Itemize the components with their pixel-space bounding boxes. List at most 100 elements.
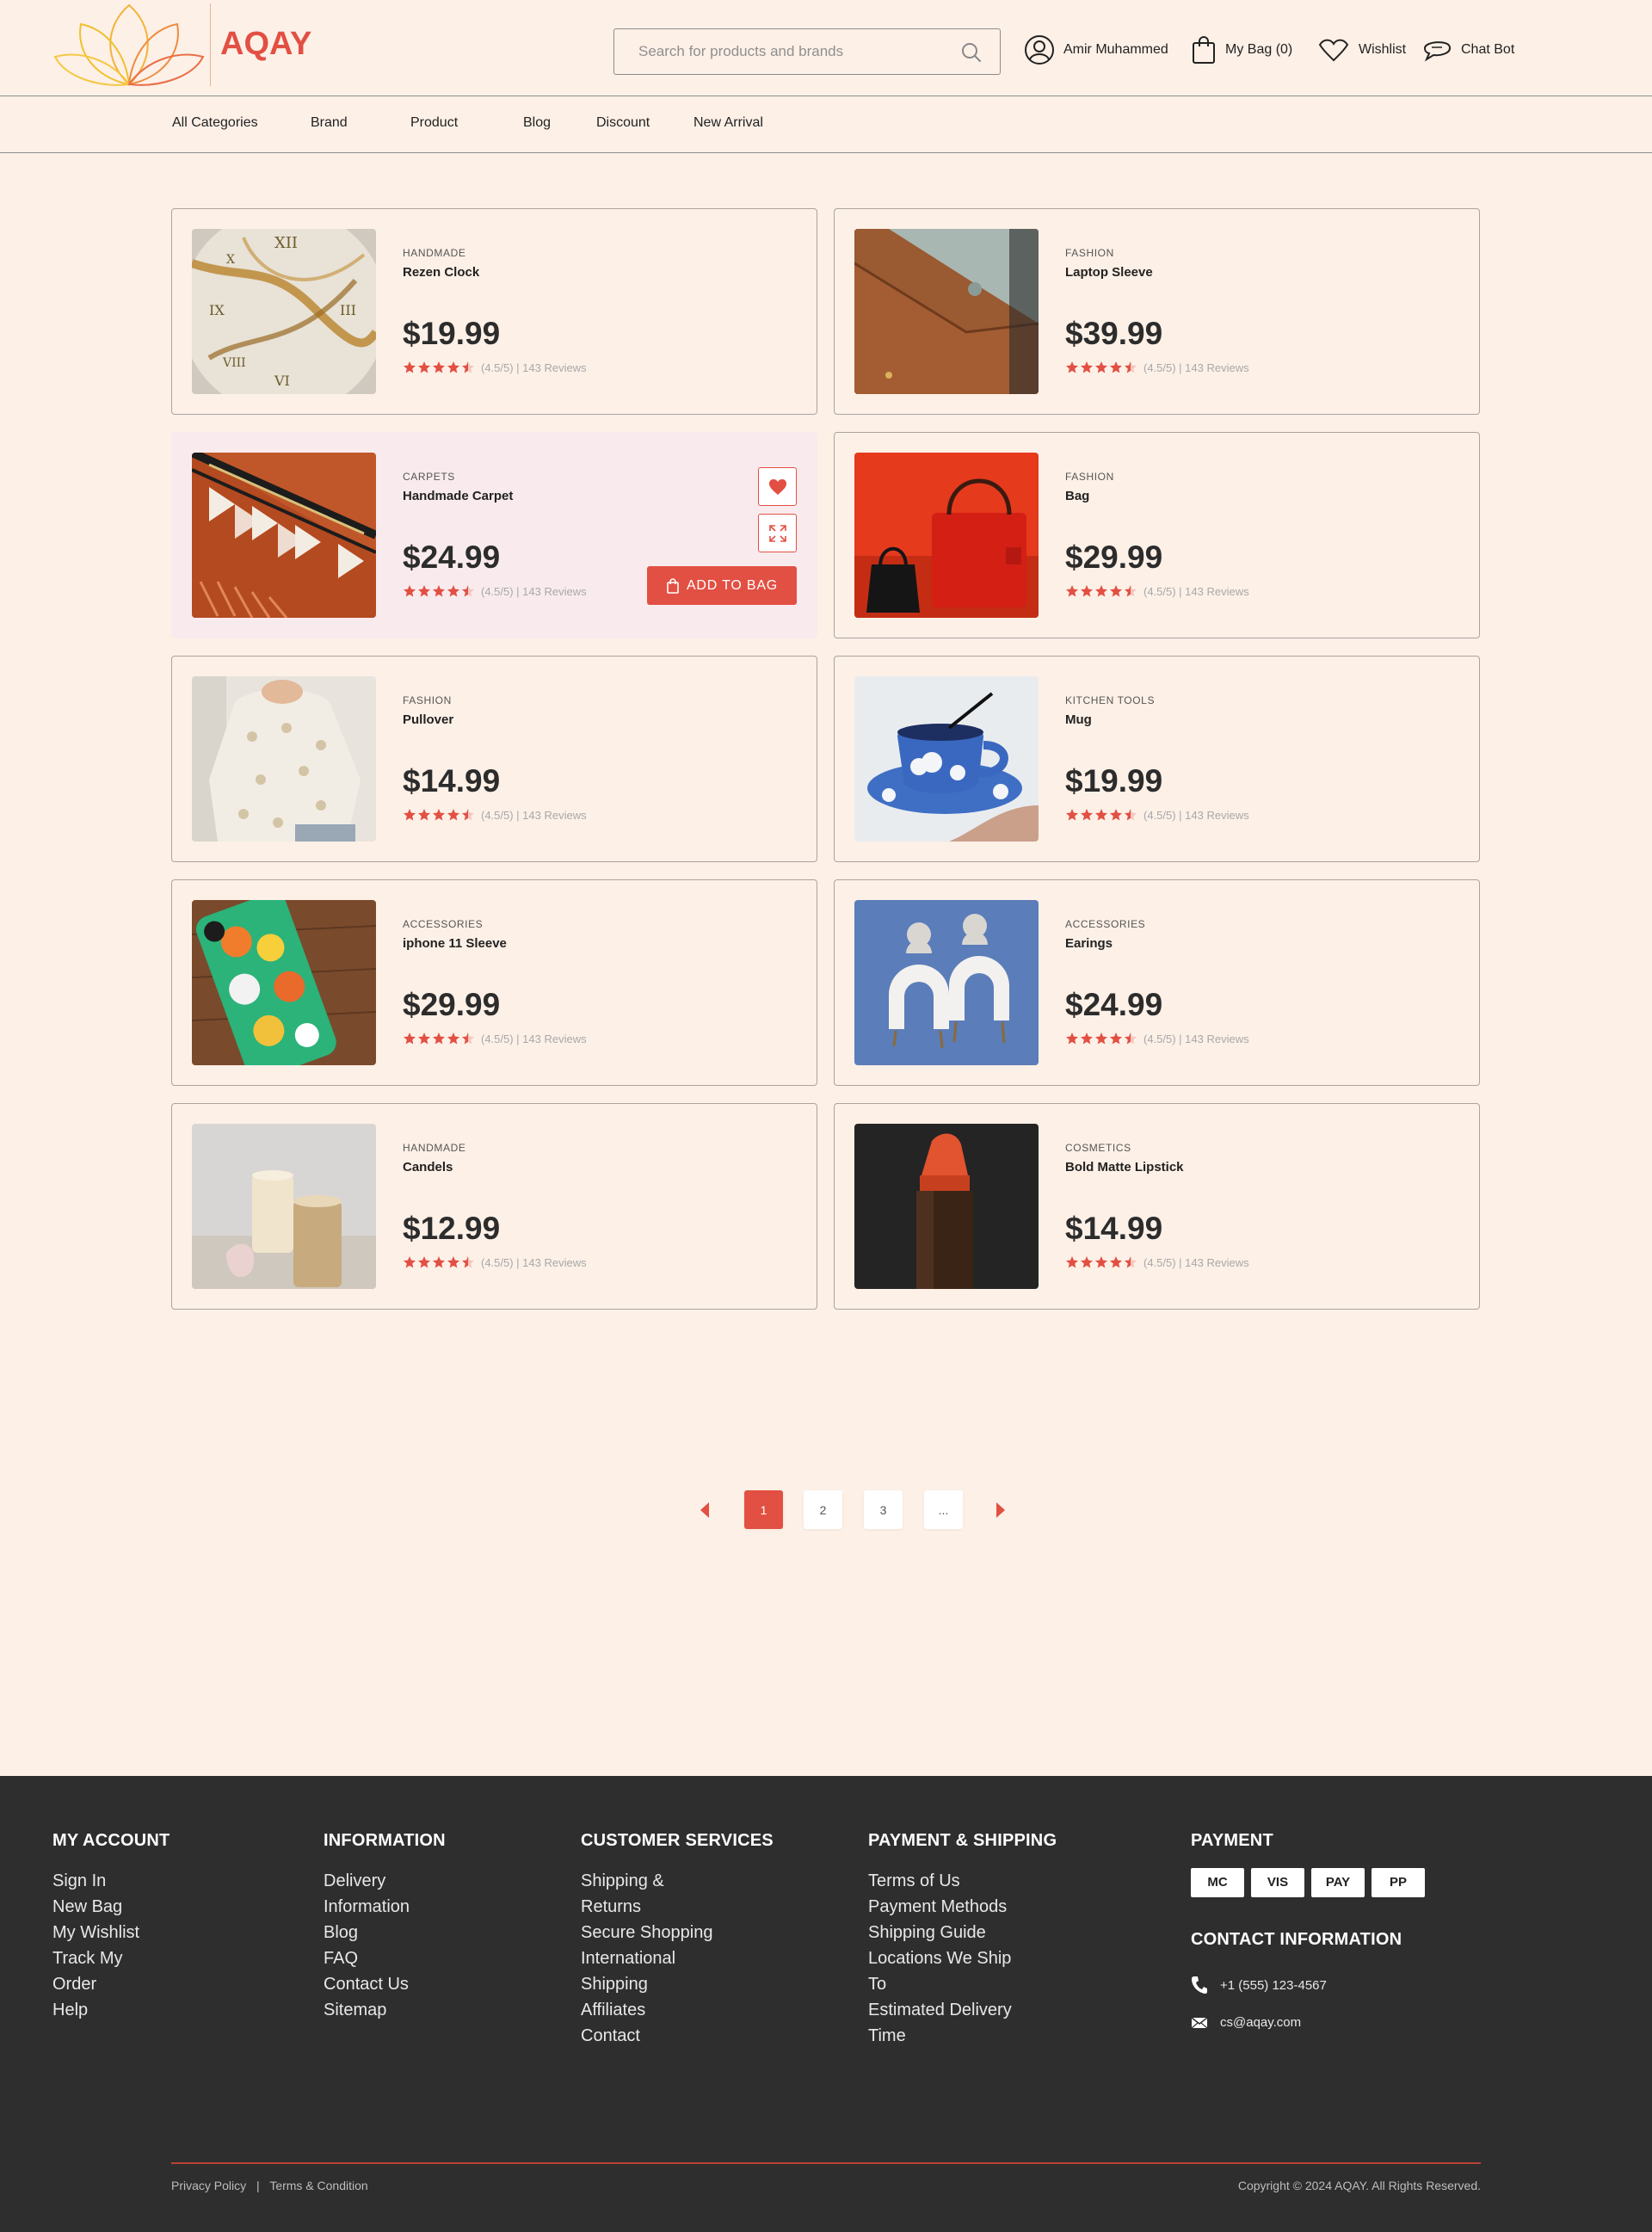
footer-link[interactable]: New Bag: [52, 1897, 122, 1916]
product-card[interactable]: HANDMADE Candels $12.99 (4.5/5) | 143 Re…: [171, 1103, 817, 1310]
bag-link[interactable]: My Bag (0): [1191, 33, 1292, 67]
product-name[interactable]: Laptop Sleeve: [1065, 265, 1153, 280]
footer-link[interactable]: My Wishlist: [52, 1923, 139, 1942]
page-ellipsis-button[interactable]: ...: [924, 1490, 963, 1529]
footer-link[interactable]: Shipping: [581, 1975, 648, 1994]
product-image-earrings[interactable]: [854, 900, 1039, 1065]
footer-link[interactable]: International: [581, 1949, 675, 1968]
contact-email[interactable]: cs@aqay.com: [1191, 2015, 1425, 2030]
rating-text: (4.5/5) | 143 Reviews: [481, 584, 587, 598]
product-rating: (4.5/5) | 143 Reviews: [403, 584, 587, 598]
page-3-button[interactable]: 3: [864, 1490, 903, 1529]
product-image-clock[interactable]: XII IX III VI X VIII: [192, 229, 376, 394]
footer-link[interactable]: Contact Us: [324, 1975, 409, 1994]
terms-link[interactable]: Terms & Condition: [269, 2179, 367, 2192]
footer-link[interactable]: Delivery: [324, 1871, 385, 1890]
page-2-button[interactable]: 2: [804, 1490, 842, 1529]
footer-link[interactable]: Shipping Guide: [868, 1923, 986, 1942]
svg-text:IX: IX: [209, 302, 225, 318]
footer-link[interactable]: To: [868, 1975, 886, 1994]
footer-link[interactable]: Track My: [52, 1949, 122, 1968]
product-name[interactable]: Pullover: [403, 712, 453, 727]
product-card[interactable]: ACCESSORIES iphone 11 Sleeve $29.99 (4.5…: [171, 879, 817, 1086]
wishlist-link[interactable]: Wishlist: [1317, 33, 1406, 67]
footer-information: INFORMATION Delivery Information Blog FA…: [324, 1831, 446, 2023]
footer-link[interactable]: Terms of Us: [868, 1871, 960, 1890]
chatbot-link[interactable]: Chat Bot: [1421, 33, 1514, 67]
prev-page-arrow-icon[interactable]: [695, 1501, 714, 1520]
page-1-button[interactable]: 1: [744, 1490, 783, 1529]
product-name[interactable]: Rezen Clock: [403, 265, 479, 280]
product-name[interactable]: iphone 11 Sleeve: [403, 936, 507, 951]
add-to-bag-button[interactable]: ADD TO BAG: [647, 566, 797, 605]
footer-link[interactable]: Affiliates: [581, 2001, 645, 2019]
rating-text: (4.5/5) | 143 Reviews: [1143, 1032, 1249, 1045]
product-category: FASHION: [1065, 471, 1114, 483]
product-category: HANDMADE: [403, 247, 466, 259]
product-card-hovered[interactable]: CARPETS Handmade Carpet $24.99 (4.5/5) |…: [171, 432, 817, 638]
quick-view-button[interactable]: [758, 514, 797, 552]
product-card[interactable]: ACCESSORIES Earings $24.99 (4.5/5) | 143…: [834, 879, 1480, 1086]
product-card[interactable]: FASHION Pullover $14.99 (4.5/5) | 143 Re…: [171, 656, 817, 862]
footer-link[interactable]: Contact: [581, 2026, 640, 2045]
nav-discount[interactable]: Discount: [596, 115, 650, 131]
product-image-mug[interactable]: [854, 676, 1039, 842]
nav-new-arrival[interactable]: New Arrival: [693, 115, 763, 131]
product-rating: (4.5/5) | 143 Reviews: [1065, 808, 1249, 822]
footer-link[interactable]: Time: [868, 2026, 906, 2045]
nav-brand[interactable]: Brand: [311, 115, 348, 131]
product-image-lipstick[interactable]: [854, 1124, 1039, 1289]
product-name[interactable]: Earings: [1065, 936, 1113, 951]
footer-link[interactable]: Estimated Delivery: [868, 2001, 1012, 2019]
product-image-pullover[interactable]: [192, 676, 376, 842]
nav-product[interactable]: Product: [410, 115, 458, 131]
footer-link[interactable]: FAQ: [324, 1949, 358, 1968]
product-card[interactable]: COSMETICS Bold Matte Lipstick $14.99 (4.…: [834, 1103, 1480, 1310]
footer-link[interactable]: Sitemap: [324, 2001, 386, 2019]
product-name[interactable]: Mug: [1065, 712, 1092, 727]
product-image-phone-case[interactable]: [192, 900, 376, 1065]
payment-badge-mc: MC: [1191, 1868, 1244, 1897]
star-icon: [403, 584, 416, 598]
footer-link[interactable]: Shipping &: [581, 1871, 664, 1890]
footer-link[interactable]: Information: [324, 1897, 410, 1916]
product-card[interactable]: FASHION Bag $29.99 (4.5/5) | 143 Reviews: [834, 432, 1480, 638]
add-to-bag-label: ADD TO BAG: [686, 577, 779, 593]
nav-blog[interactable]: Blog: [523, 115, 551, 131]
brand-name[interactable]: AQAY: [220, 26, 311, 63]
footer-link[interactable]: Payment Methods: [868, 1897, 1007, 1916]
footer-link[interactable]: Help: [52, 2001, 88, 2019]
product-image-carpet[interactable]: [192, 453, 376, 618]
product-image-bag[interactable]: [854, 453, 1039, 618]
privacy-policy-link[interactable]: Privacy Policy: [171, 2179, 246, 2192]
user-account-link[interactable]: Amir Muhammed: [1024, 33, 1168, 67]
nav-all-categories[interactable]: All Categories: [172, 115, 258, 131]
footer-customer-services: CUSTOMER SERVICES Shipping & Returns Sec…: [581, 1831, 774, 2049]
star-icon: [1124, 808, 1137, 822]
footer-link[interactable]: Order: [52, 1975, 96, 1994]
footer-link[interactable]: Returns: [581, 1897, 641, 1916]
product-name[interactable]: Bag: [1065, 489, 1089, 503]
add-to-wishlist-button[interactable]: [758, 467, 797, 506]
next-page-arrow-icon[interactable]: [991, 1501, 1010, 1520]
star-icon: [447, 584, 460, 598]
product-card[interactable]: FASHION Laptop Sleeve $39.99 (4.5/5) | 1…: [834, 208, 1480, 415]
footer-link[interactable]: Locations We Ship: [868, 1949, 1011, 1968]
phone-icon: [1192, 1976, 1207, 1994]
product-card[interactable]: XII IX III VI X VIII HANDMADE Rezen Cloc…: [171, 208, 817, 415]
footer-link[interactable]: Secure Shopping: [581, 1923, 712, 1942]
footer-link[interactable]: Blog: [324, 1923, 358, 1942]
product-card[interactable]: KITCHEN TOOLS Mug $19.99 (4.5/5) | 143 R…: [834, 656, 1480, 862]
product-name[interactable]: Bold Matte Lipstick: [1065, 1160, 1184, 1175]
product-name[interactable]: Handmade Carpet: [403, 489, 513, 503]
footer-separator: |: [256, 2179, 260, 2192]
user-name: Amir Muhammed: [1063, 42, 1168, 57]
search-input[interactable]: [614, 29, 933, 74]
lotus-logo[interactable]: [52, 0, 215, 91]
product-image-candles[interactable]: [192, 1124, 376, 1289]
product-name[interactable]: Candels: [403, 1160, 453, 1175]
product-image-laptop-sleeve[interactable]: [854, 229, 1039, 394]
search-icon[interactable]: [960, 41, 983, 64]
footer-link[interactable]: Sign In: [52, 1871, 106, 1890]
contact-phone[interactable]: +1 (555) 123-4567: [1191, 1976, 1425, 1995]
